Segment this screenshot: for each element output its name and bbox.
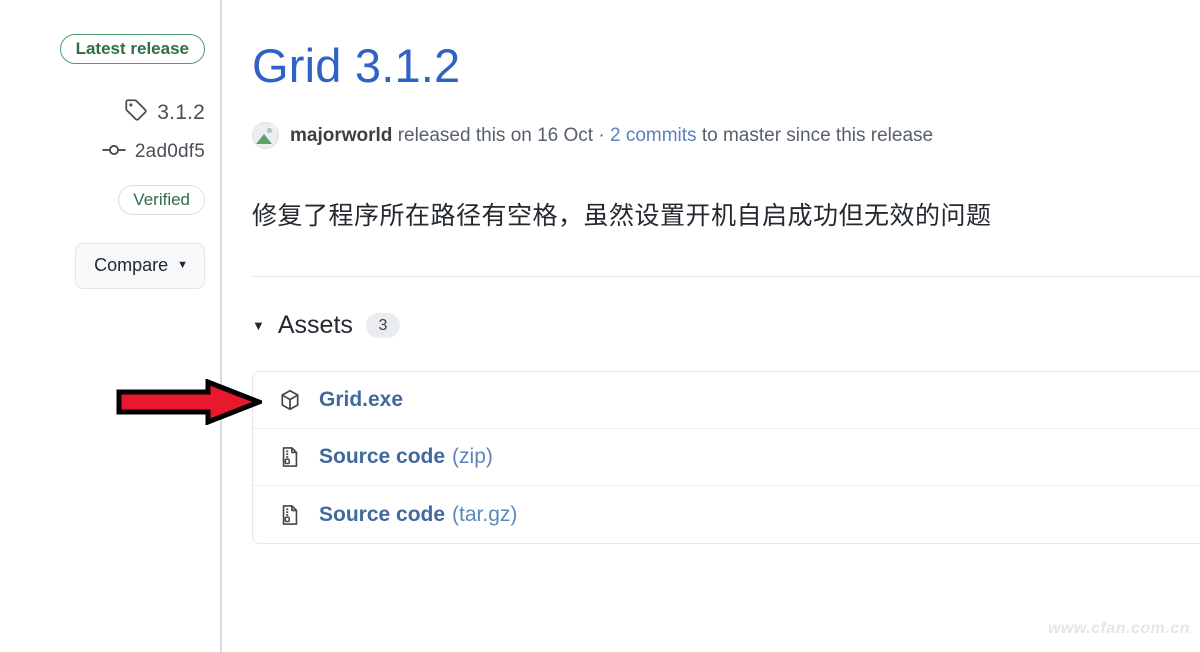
assets-header[interactable]: ▼ Assets 3 <box>252 311 400 340</box>
assets-label: Assets <box>277 311 353 339</box>
package-cube-icon <box>278 388 302 412</box>
tag-row[interactable]: 3.1.2 <box>124 98 205 127</box>
commit-sha: 2ad0df5 <box>134 141 205 162</box>
compare-button-label: Compare <box>94 255 169 275</box>
released-text: released this on 16 Oct · <box>397 124 605 146</box>
asset-row[interactable]: Grid.exe <box>253 372 1200 429</box>
asset-name[interactable]: Source code <box>319 503 445 527</box>
assets-count-badge: 3 <box>365 313 400 338</box>
release-meta: majorworld released this on 16 Oct · 2 c… <box>252 122 933 149</box>
asset-row[interactable]: Source code (tar.gz) <box>253 486 1200 543</box>
latest-release-badge: Latest release <box>59 34 205 64</box>
release-body-text: 修复了程序所在路径有空格，虽然设置开机自启成功但无效的问题 <box>252 202 992 230</box>
chevron-down-icon: ▼ <box>252 318 265 333</box>
assets-list: Grid.exe Source code (zip) Source code (… <box>252 371 1200 544</box>
page-title[interactable]: Grid 3.1.2 <box>252 40 460 92</box>
avatar <box>252 122 279 149</box>
tag-value: 3.1.2 <box>157 100 205 124</box>
git-commit-icon <box>102 142 126 163</box>
asset-row[interactable]: Source code (zip) <box>253 429 1200 486</box>
verified-badge[interactable]: Verified <box>118 185 205 215</box>
file-zip-icon <box>278 503 302 527</box>
asset-suffix: (tar.gz) <box>452 502 518 526</box>
release-sidebar: Latest release 3.1.2 2ad0df5 Verified Co… <box>0 0 221 652</box>
tag-icon <box>124 98 148 127</box>
commits-link[interactable]: 2 commits <box>610 125 697 147</box>
release-main: Grid 3.1.2 majorworld released this on 1… <box>221 0 1200 652</box>
file-zip-icon <box>278 445 302 469</box>
release-trailing-text: to master since this release <box>701 124 934 146</box>
release-page: Latest release 3.1.2 2ad0df5 Verified Co… <box>0 0 1200 652</box>
section-divider <box>252 276 1200 277</box>
author-name[interactable]: majorworld <box>290 125 392 147</box>
watermark: www.cfan.com.cn <box>1047 620 1190 637</box>
chevron-down-icon: ▼ <box>177 259 188 271</box>
commit-row[interactable]: 2ad0df5 <box>102 141 205 163</box>
asset-suffix: (zip) <box>452 445 493 468</box>
asset-name[interactable]: Grid.exe <box>319 388 403 412</box>
asset-name[interactable]: Source code <box>319 445 445 469</box>
compare-button[interactable]: Compare ▼ <box>75 243 205 289</box>
